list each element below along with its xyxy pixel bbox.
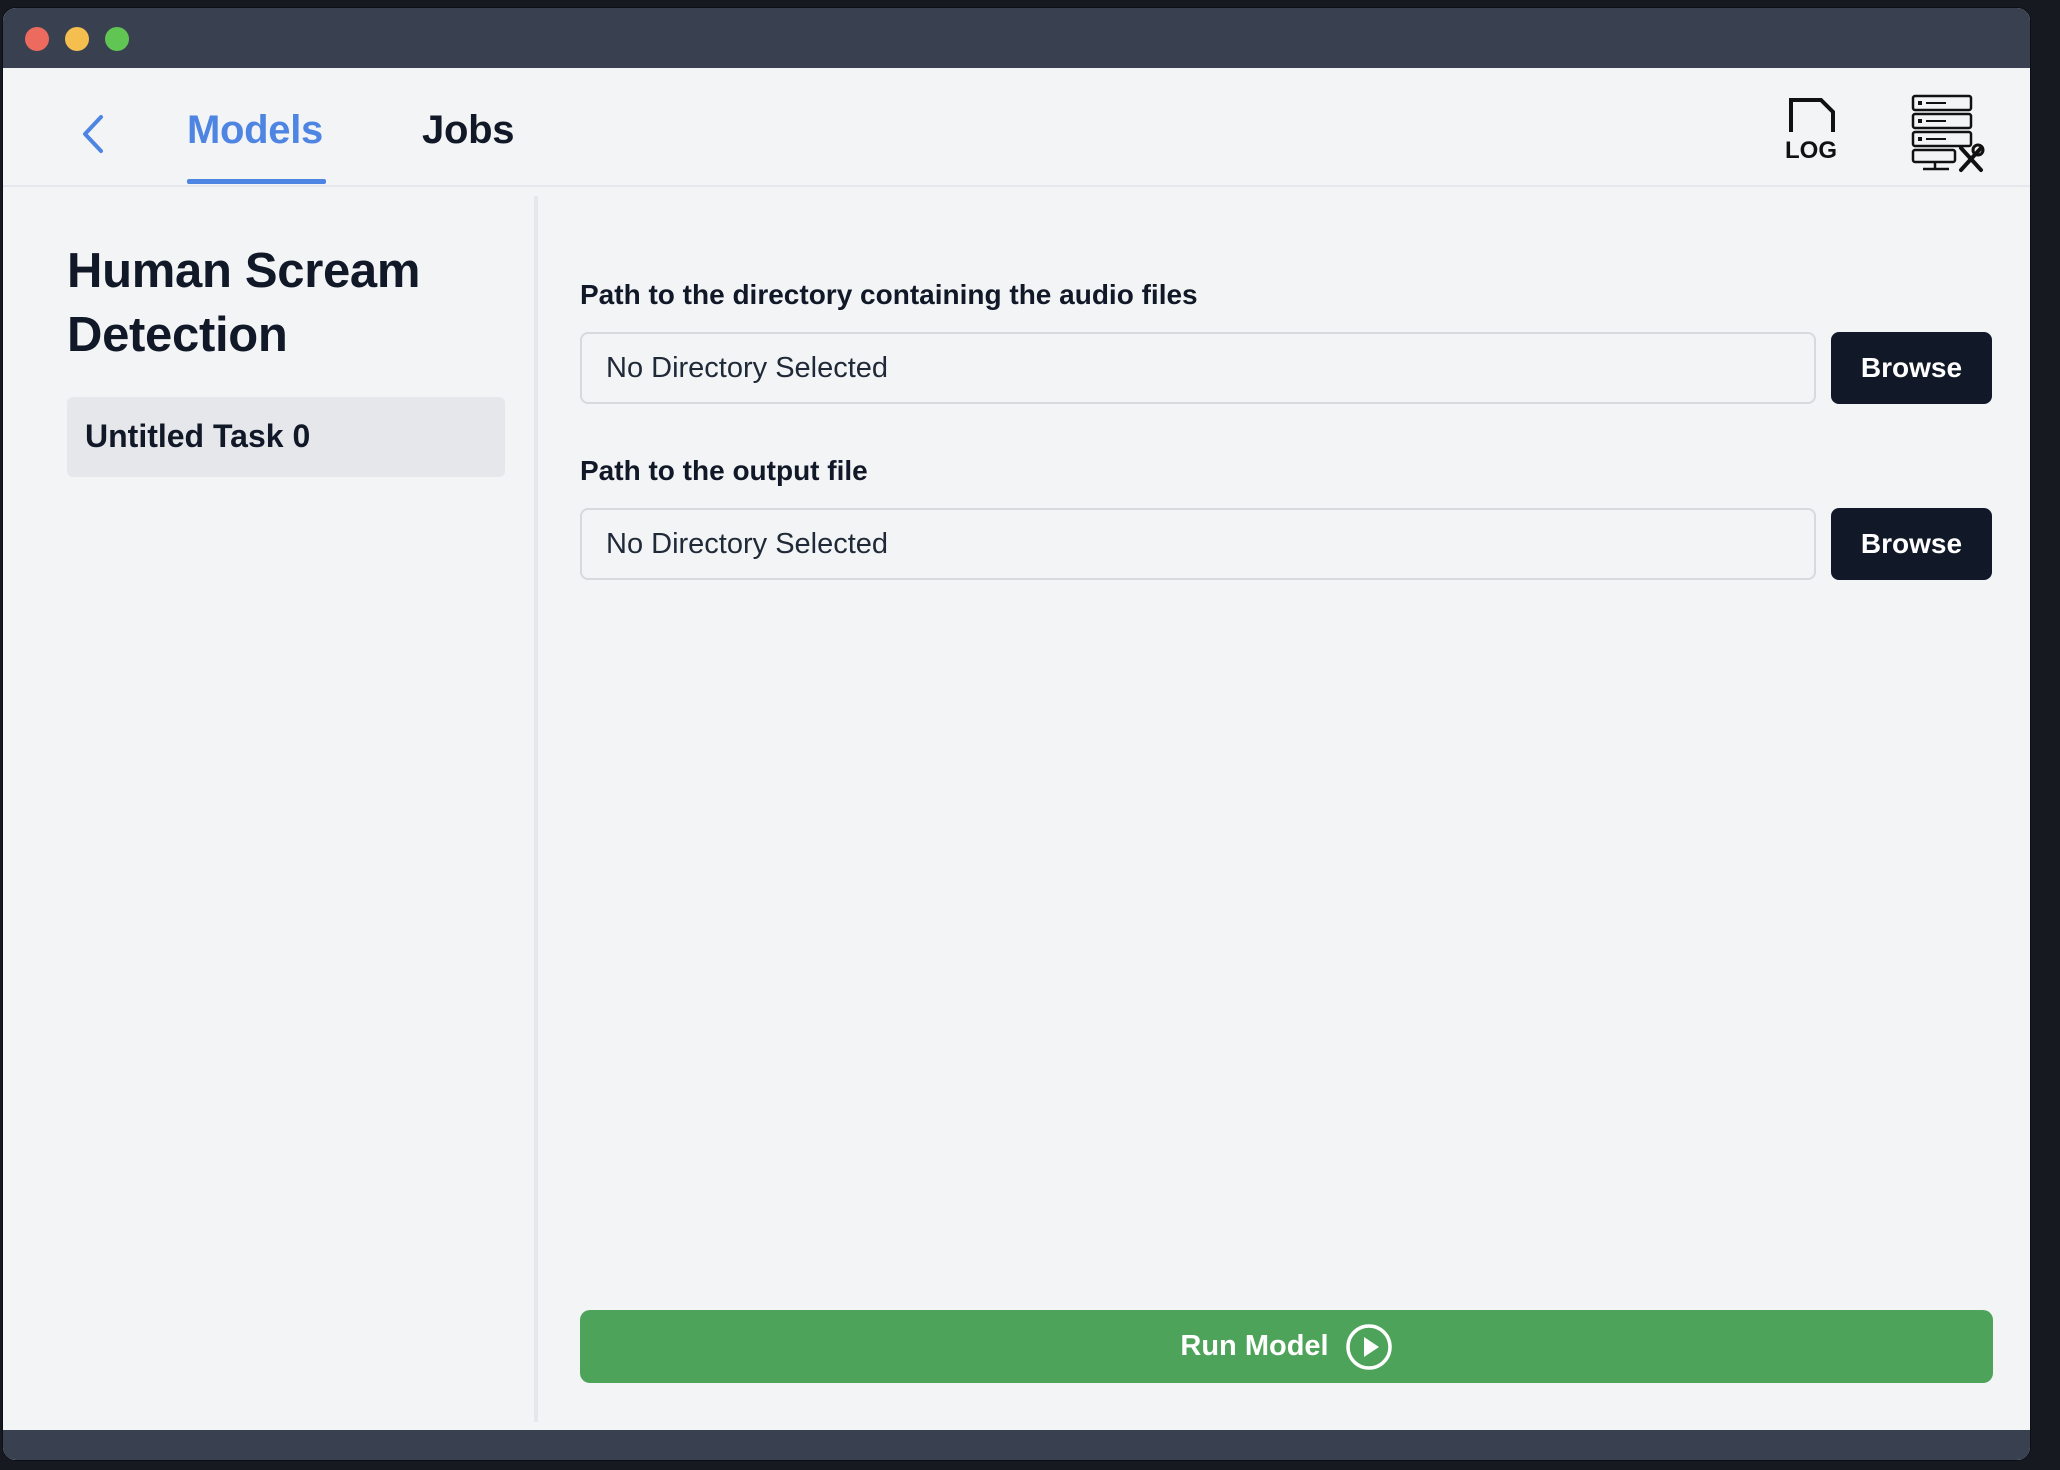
- log-icon[interactable]: LOG: [1783, 96, 1841, 164]
- task-label: Untitled Task 0: [85, 418, 311, 454]
- back-button[interactable]: [75, 111, 111, 157]
- log-icon-text: LOG: [1785, 137, 1837, 162]
- bottom-bar: [3, 1430, 2030, 1460]
- task-list-item[interactable]: Untitled Task 0: [67, 397, 505, 477]
- input-dir-label: Path to the directory containing the aud…: [580, 279, 1198, 310]
- task-sidebar: Human Scream Detection Untitled Task 0: [3, 189, 536, 1419]
- tab-models[interactable]: Models: [187, 108, 323, 153]
- task-form: Path to the directory containing the aud…: [538, 189, 2030, 1419]
- model-title: Human Scream Detection: [67, 244, 421, 362]
- server-settings-icon[interactable]: [1909, 92, 1987, 174]
- tab-jobs[interactable]: Jobs: [422, 108, 514, 153]
- play-circle-icon: [1345, 1323, 1393, 1371]
- output-file-label: Path to the output file: [580, 455, 868, 486]
- close-window-button[interactable]: [25, 27, 49, 51]
- browse-input-dir-button[interactable]: Browse: [1831, 332, 1992, 404]
- minimize-window-button[interactable]: [65, 27, 89, 51]
- app-window: Models Jobs LOG Human Scream Detection U…: [2, 7, 2031, 1461]
- chevron-left-icon: [83, 115, 103, 153]
- run-model-label: Run Model: [1180, 1330, 1329, 1362]
- active-tab-indicator: [187, 179, 326, 184]
- input-dir-field[interactable]: [580, 332, 1816, 404]
- top-nav: Models Jobs LOG: [3, 68, 2030, 187]
- output-file-field[interactable]: [580, 508, 1816, 580]
- run-model-button[interactable]: Run Model: [580, 1310, 1993, 1383]
- title-bar: [3, 8, 2030, 68]
- browse-output-file-button[interactable]: Browse: [1831, 508, 1992, 580]
- zoom-window-button[interactable]: [105, 27, 129, 51]
